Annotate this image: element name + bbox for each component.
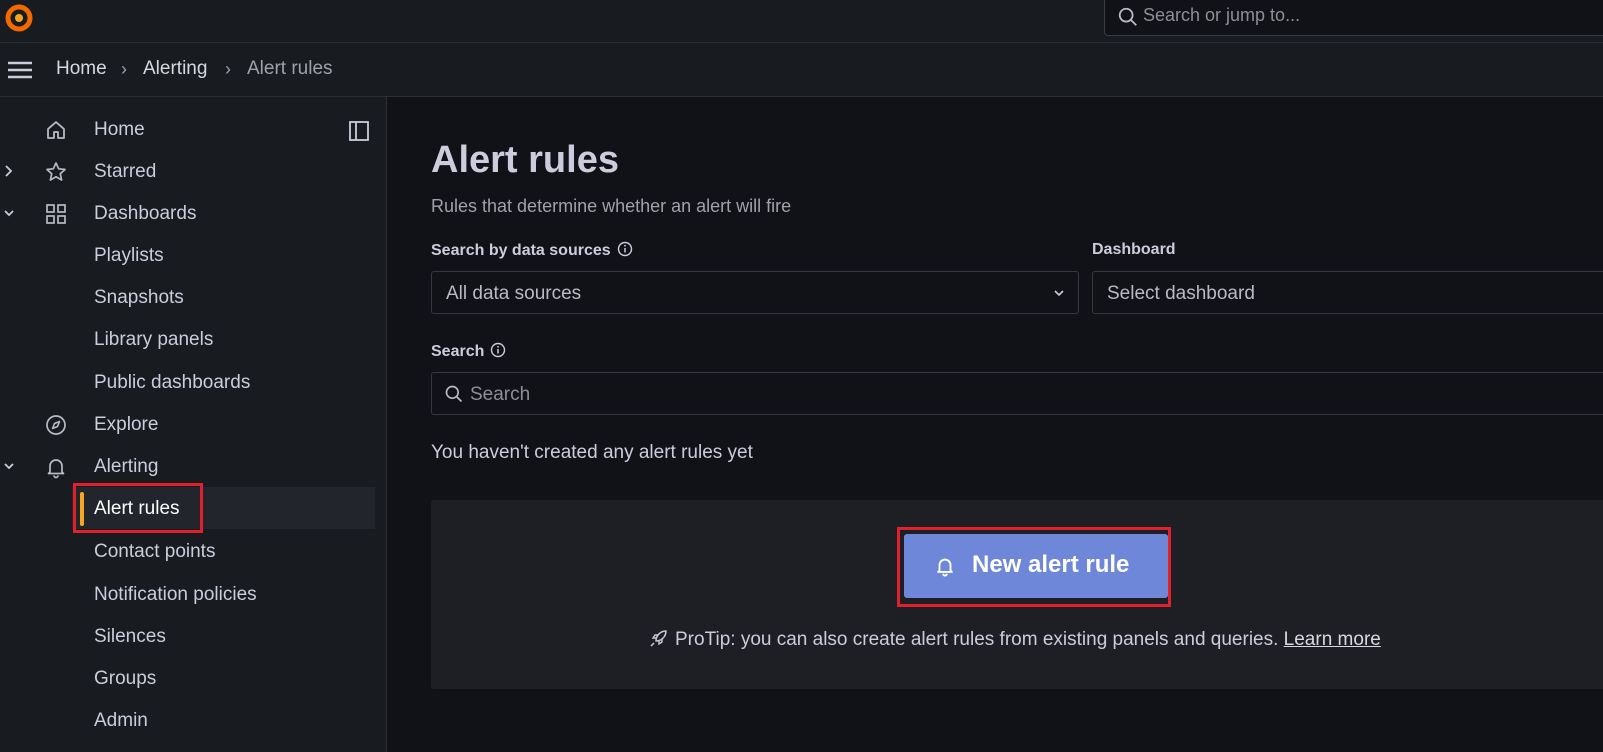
chevron-down-icon[interactable]	[2, 456, 16, 476]
sidebar-item-label: Library panels	[94, 329, 214, 350]
sidebar-item-label: Dashboards	[94, 203, 197, 224]
sidebar-item-explore[interactable]: Explore	[0, 403, 375, 445]
sidebar-item-silences[interactable]: Silences	[0, 615, 375, 657]
sidebar-item-label: Notification policies	[94, 584, 257, 605]
dashboard-select[interactable]: Select dashboard	[1092, 271, 1603, 314]
breadcrumb-alert-rules: Alert rules	[247, 58, 333, 79]
page-title: Alert rules	[431, 139, 619, 181]
chevron-right-icon[interactable]	[2, 161, 16, 181]
global-search-placeholder: Search or jump to...	[1143, 5, 1301, 25]
empty-state-message: You haven't created any alert rules yet	[431, 442, 753, 463]
sidebar-item-home[interactable]: Home	[0, 108, 375, 150]
search-label-text: Search	[431, 343, 485, 360]
sidebar-item-label: Admin	[94, 710, 148, 731]
datasource-filter-label: Search by data sources	[431, 241, 633, 260]
sidebar-item-playlists[interactable]: Playlists	[0, 234, 375, 276]
search-icon	[445, 385, 463, 403]
search-icon	[1118, 7, 1137, 26]
star-icon	[46, 162, 66, 181]
breadcrumb-separator: ›	[225, 59, 231, 79]
sidebar-item-label: Starred	[94, 161, 157, 182]
datasource-select-value: All data sources	[446, 283, 582, 304]
chevron-down-icon[interactable]	[2, 203, 16, 223]
sidebar-item-groups[interactable]: Groups	[0, 657, 375, 699]
dashboard-filter-label: Dashboard	[1092, 241, 1176, 258]
sidebar-item-label: Alerting	[94, 456, 159, 477]
grafana-logo-icon[interactable]	[3, 1, 35, 33]
sidebar-item-dashboards[interactable]: Dashboards	[0, 192, 375, 234]
main-content: Alert rules Rules that determine whether…	[388, 97, 1603, 752]
sidebar-item-library-panels[interactable]: Library panels	[0, 318, 375, 360]
search-placeholder: Search	[470, 384, 531, 405]
page-subtitle: Rules that determine whether an alert wi…	[431, 196, 792, 216]
sidebar-item-label: Explore	[94, 414, 159, 435]
datasource-filter-label-text: Search by data sources	[431, 242, 611, 259]
sidebar-item-notification-policies[interactable]: Notification policies	[0, 573, 375, 615]
search-label: Search	[431, 342, 506, 361]
empty-state-panel: New alert rule ProTip: you can also crea…	[431, 500, 1603, 689]
new-alert-rule-button[interactable]: New alert rule	[904, 534, 1168, 598]
home-icon	[47, 121, 65, 139]
sidebar-item-label: Contact points	[94, 541, 216, 562]
rocket-icon	[650, 630, 667, 647]
sidebar-item-alerting[interactable]: Alerting	[0, 445, 375, 487]
sidebar-item-public-dashboards[interactable]: Public dashboards	[0, 361, 375, 403]
sidebar-item-label: Alert rules	[94, 498, 180, 519]
sidebar-item-contact-points[interactable]: Contact points	[0, 530, 375, 572]
dashboard-select-value: Select dashboard	[1107, 283, 1255, 304]
sidebar-item-label: Groups	[94, 668, 157, 689]
breadcrumb-separator: ›	[121, 59, 127, 79]
sidebar-item-admin[interactable]: Admin	[0, 699, 375, 741]
active-indicator	[80, 492, 84, 526]
info-circle-icon[interactable]	[617, 241, 633, 257]
chevron-down-icon	[1054, 290, 1064, 297]
learn-more-link[interactable]: Learn more	[1284, 629, 1381, 650]
sidebar-item-alert-rules[interactable]: Alert rules	[72, 487, 375, 529]
global-search-input[interactable]: Search or jump to...	[1104, 0, 1603, 36]
sidebar-item-label: Public dashboards	[94, 372, 251, 393]
compass-icon	[46, 415, 66, 435]
bell-icon	[47, 459, 65, 479]
bell-icon	[937, 558, 953, 577]
top-bar: Search or jump to...	[0, 0, 1603, 43]
breadcrumb-bar: Home › Alerting › Alert rules	[0, 43, 1603, 97]
info-circle-icon[interactable]	[490, 342, 506, 358]
breadcrumb-alerting[interactable]: Alerting	[143, 58, 207, 80]
breadcrumb-home[interactable]: Home	[56, 58, 107, 80]
sidebar-item-label: Snapshots	[94, 287, 184, 308]
sidebar-item-label: Silences	[94, 626, 166, 647]
sidebar: Home Starred Dashboards Playlists Snapsh…	[0, 97, 387, 752]
hamburger-menu-icon[interactable]	[6, 58, 34, 82]
new-alert-rule-label: New alert rule	[972, 551, 1130, 578]
sidebar-item-snapshots[interactable]: Snapshots	[0, 276, 375, 318]
datasource-select[interactable]: All data sources	[431, 271, 1079, 314]
sidebar-item-label: Home	[94, 119, 145, 140]
apps-grid-icon	[46, 204, 66, 224]
protip-message: ProTip: you can also create alert rules …	[675, 629, 1279, 650]
rules-search-input[interactable]: Search	[431, 372, 1603, 415]
protip-text: ProTip: you can also create alert rules …	[649, 628, 1381, 651]
sidebar-item-starred[interactable]: Starred	[0, 150, 375, 192]
sidebar-item-label: Playlists	[94, 245, 164, 266]
